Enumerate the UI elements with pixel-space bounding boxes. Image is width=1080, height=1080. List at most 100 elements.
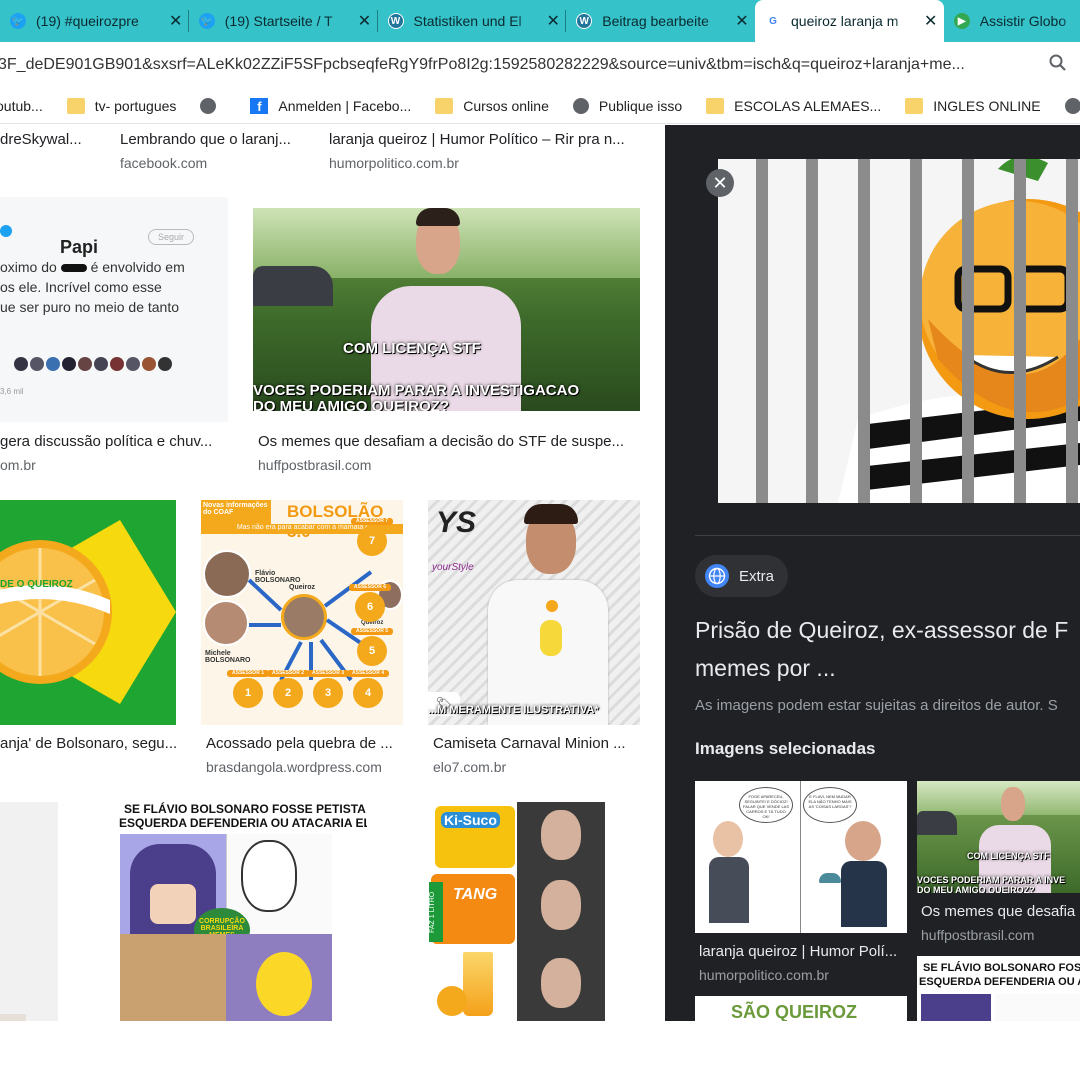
tab-bar: 🐦 (19) #queirozpre ✕ 🐦 (19) Startseite / T ✕ W… bbox=[0, 0, 1080, 42]
pack-label: FAZ 1 LITRO bbox=[429, 882, 443, 942]
result-thumbnail-flag[interactable]: DE O QUEIROZ bbox=[0, 500, 176, 725]
google-icon: G bbox=[765, 13, 781, 29]
related-thumbnail[interactable]: FOGE APARECEU, SEGUINTE! E DÓCIOZ! FALAR… bbox=[695, 781, 907, 933]
speech-bubble: FOGE APARECEU, SEGUINTE! E DÓCIOZ! FALAR… bbox=[739, 787, 793, 823]
bookmark-label: Cursos online bbox=[463, 97, 549, 114]
wordpress-icon: W bbox=[387, 13, 404, 29]
flag-band-text: DE O QUEIROZ bbox=[0, 579, 73, 590]
close-tab-icon[interactable]: ✕ bbox=[729, 11, 755, 31]
bookmark-label: Anmelden | Facebo... bbox=[278, 97, 412, 114]
browser-tab[interactable]: 🐦 (19) #queirozpre ✕ bbox=[0, 0, 189, 42]
tweet-stat: 3,6 mil bbox=[0, 387, 24, 396]
result-thumbnail-kisuco[interactable]: Ki-Suco TANG FAZ 1 LITRO bbox=[393, 802, 640, 1021]
search-icon[interactable] bbox=[1036, 54, 1080, 77]
related-thumbnail[interactable]: SE FLÁVIO BOLSONARO FOSSE PE ESQUERDA DE… bbox=[917, 956, 1080, 1021]
kisuco-pack: Ki-Suco bbox=[435, 806, 515, 868]
bookmark-item[interactable]: INGLES ONLINE bbox=[905, 97, 1041, 114]
close-tab-icon[interactable]: ✕ bbox=[163, 11, 189, 31]
globe-icon[interactable] bbox=[1064, 97, 1080, 114]
assessor-number: 4 bbox=[364, 687, 372, 699]
result-thumbnail-stf-meme[interactable]: COM LICENÇA STF VOCES PODERIAM PARAR A I… bbox=[253, 208, 640, 411]
assessor-label: ASSESSOR 7 bbox=[351, 518, 393, 525]
result-source: om.br bbox=[0, 457, 36, 473]
close-tab-icon[interactable]: ✕ bbox=[540, 11, 566, 31]
meme-caption: VOCES PODERIAM PARAR A INVE bbox=[917, 875, 1066, 885]
result-title[interactable]: Lembrando que o laranj... bbox=[120, 131, 310, 148]
brand-label: Ki-Suco bbox=[441, 812, 500, 828]
globe-icon bbox=[705, 564, 729, 588]
meme-caption: SE FLÁVIO BOLSONARO FOSSE PE bbox=[923, 962, 1080, 974]
result-thumbnail-tweet[interactable]: Papi Seguir oximo do é envolvido em os e… bbox=[0, 197, 228, 422]
result-title[interactable]: anja' de Bolsonaro, segu... bbox=[0, 735, 176, 752]
result-title[interactable]: dreSkywal... bbox=[0, 131, 100, 148]
source-chip[interactable]: Extra bbox=[695, 555, 789, 597]
assessor-number: 6 bbox=[366, 601, 374, 613]
browser-tab[interactable]: W Statistiken und El ✕ bbox=[378, 0, 567, 42]
result-source: brasdangola.wordpress.com bbox=[206, 759, 382, 775]
minion-print bbox=[540, 620, 562, 656]
redaction-mark bbox=[60, 264, 87, 272]
image-preview-panel: ✕ Extra Prisão de Queiroz, ex-assessor d… bbox=[665, 125, 1080, 1021]
facebook-icon: f bbox=[250, 97, 269, 114]
url-input[interactable]: 3F_deDE901GB901&sxsrf=ALeKk02ZZiF5SFpcbs… bbox=[0, 56, 1036, 74]
result-source: elo7.com.br bbox=[433, 759, 507, 775]
tweet-text-line: ue ser puro no meio de tanto bbox=[0, 299, 180, 315]
browser-tab[interactable]: Gqueiroz laranja m ✕ bbox=[755, 0, 944, 42]
browser-tab[interactable]: W Beitrag bearbeite ✕ bbox=[566, 0, 755, 42]
related-thumbnail[interactable]: SÃO QUEIROZ bbox=[695, 996, 907, 1021]
result-thumbnail[interactable] bbox=[0, 802, 58, 1021]
globoplay-icon: ▶ bbox=[953, 13, 970, 29]
bookmark-item[interactable]: Cursos online bbox=[435, 97, 549, 114]
bookmark-item[interactable]: tv- portugues bbox=[66, 97, 176, 114]
divider bbox=[695, 535, 1080, 536]
result-title[interactable]: Acossado pela quebra de ... bbox=[206, 735, 406, 752]
tab-label: (19) #queirozpre bbox=[36, 13, 139, 29]
result-thumbnail-shirt[interactable]: YS yourStyle 🏷 ...M MERAMENTE ILUSTRATIV… bbox=[428, 500, 640, 725]
related-title[interactable]: Os memes que desafia bbox=[921, 903, 1075, 920]
bookmark-item[interactable] bbox=[200, 97, 226, 114]
close-icon[interactable]: ✕ bbox=[706, 169, 734, 197]
browser-tab[interactable]: 🐦 (19) Startseite / T ✕ bbox=[189, 0, 378, 42]
preview-title[interactable]: Prisão de Queiroz, ex-assessor de F bbox=[695, 617, 1068, 644]
bookmark-item[interactable]: ESCOLAS ALEMAES... bbox=[706, 97, 881, 114]
result-title[interactable]: Os memes que desafiam a decisão do STF d… bbox=[258, 433, 638, 450]
tab-label: (19) Startseite / T bbox=[224, 13, 333, 29]
brand-label: TANG bbox=[453, 886, 498, 903]
twitter-icon: 🐦 bbox=[10, 13, 26, 29]
result-title[interactable]: gera discussão política e chuv... bbox=[0, 433, 228, 450]
bookmark-item[interactable]: outub... bbox=[0, 98, 43, 114]
preview-image[interactable] bbox=[718, 159, 1080, 503]
close-tab-icon[interactable]: ✕ bbox=[918, 11, 944, 31]
close-tab-icon[interactable]: ✕ bbox=[352, 11, 378, 31]
address-bar: 3F_deDE901GB901&sxsrf=ALeKk02ZZiF5SFpcbs… bbox=[0, 42, 1080, 88]
meme-caption-top: COM LICENÇA STF bbox=[343, 340, 481, 357]
meme-caption: COM LICENÇA STF bbox=[967, 851, 1050, 861]
thumb-caption: SÃO QUEIROZ bbox=[731, 1002, 858, 1021]
result-title[interactable]: laranja queiroz | Humor Político – Rir p… bbox=[329, 131, 639, 148]
assessor-number: 1 bbox=[244, 687, 252, 699]
result-thumbnail-batman-meme[interactable]: SE FLÁVIO BOLSONARO FOSSE PETISTA A ESQU… bbox=[84, 802, 367, 1021]
related-heading: Imagens selecionadas bbox=[695, 739, 876, 758]
result-source: humorpolitico.com.br bbox=[329, 155, 459, 171]
result-title[interactable]: Camiseta Carnaval Minion ... bbox=[433, 735, 638, 752]
related-thumbnail[interactable]: COM LICENÇA STF VOCES PODERIAM PARAR A I… bbox=[917, 781, 1080, 893]
result-thumbnail-bolsolao[interactable]: Novas informações do COAF BOLSOLÃO 3.0 M… bbox=[201, 500, 403, 725]
tweet-text-line: é envolvido em bbox=[90, 259, 185, 275]
related-title[interactable]: laranja queiroz | Humor Polí... bbox=[699, 943, 905, 960]
preview-title[interactable]: memes por ... bbox=[695, 655, 836, 682]
folder-icon bbox=[706, 97, 725, 114]
assessor-number: 5 bbox=[368, 645, 376, 657]
browser-tab[interactable]: ▶ Assistir Globo bbox=[944, 0, 1080, 42]
meme-caption: DO MEU AMIGO QUEIROZ? bbox=[917, 885, 1035, 893]
homer-panel bbox=[226, 934, 332, 1021]
assessor-label: ASSESSOR 1 bbox=[227, 670, 269, 677]
assessor-badge: 4 ASSESSOR 4 bbox=[347, 670, 389, 708]
bookmark-item[interactable]: Publique isso bbox=[572, 97, 682, 114]
car-shape bbox=[253, 266, 333, 306]
assessor-badge: 7 ASSESSOR 7 bbox=[351, 518, 393, 556]
flag-graphic bbox=[0, 520, 176, 704]
tab-label: Beitrag bearbeite bbox=[602, 13, 709, 29]
assessor-label: ASSESSOR 4 bbox=[347, 670, 389, 677]
bookmark-item[interactable]: f Anmelden | Facebo... bbox=[250, 97, 412, 114]
assessor-badge: 1 ASSESSOR 1 bbox=[227, 670, 269, 708]
